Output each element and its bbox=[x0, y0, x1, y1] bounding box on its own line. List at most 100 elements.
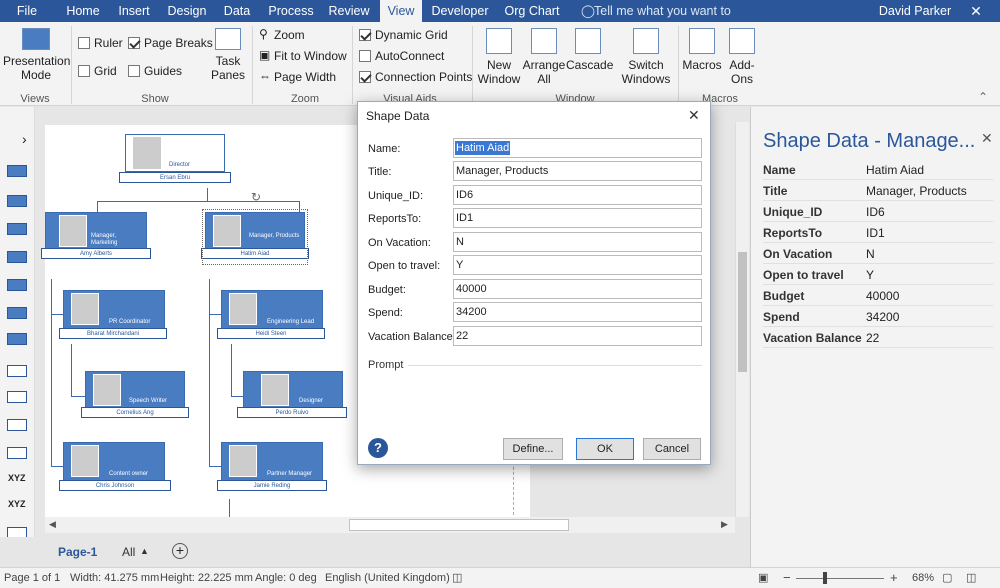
horizontal-scrollbar[interactable]: ◀ ▶ bbox=[45, 517, 735, 533]
scroll-thumb[interactable] bbox=[349, 519, 569, 531]
expand-shapes-icon[interactable]: › bbox=[22, 131, 27, 147]
zoom-in-icon[interactable]: + bbox=[890, 570, 898, 585]
stencil-hierarchy-icon[interactable] bbox=[7, 447, 27, 459]
stencil-list-icon[interactable] bbox=[7, 391, 27, 403]
stencil-shape-icon[interactable] bbox=[7, 165, 27, 177]
close-icon[interactable]: ✕ bbox=[688, 107, 700, 124]
cascade-button[interactable]: Cascade bbox=[566, 28, 613, 72]
zoom-slider[interactable] bbox=[796, 578, 884, 579]
new-window-button[interactable]: New Window bbox=[476, 28, 522, 86]
switch-windows-icon[interactable]: ◫ bbox=[966, 571, 976, 584]
tell-me-box[interactable]: Tell me what you want to do... bbox=[594, 0, 754, 40]
stencil-shape-icon[interactable] bbox=[7, 251, 27, 263]
fit-page-icon[interactable]: ▢ bbox=[942, 571, 952, 584]
org-node[interactable]: PR Coordinator Bharat Mirchandani bbox=[59, 290, 167, 342]
reports-to-field[interactable] bbox=[453, 208, 702, 228]
unique-id-field[interactable] bbox=[453, 185, 702, 205]
tab-data[interactable]: Data bbox=[218, 0, 256, 22]
stencil-xyz-date-icon[interactable]: XYZ bbox=[8, 473, 26, 483]
guides-checkbox[interactable] bbox=[128, 65, 140, 77]
tab-org-chart[interactable]: Org Chart bbox=[500, 0, 564, 22]
fit-to-window-button[interactable]: Fit to Window bbox=[274, 49, 347, 63]
tab-design[interactable]: Design bbox=[163, 0, 211, 22]
vertical-scrollbar[interactable] bbox=[735, 122, 749, 517]
stencil-shape-icon[interactable] bbox=[7, 307, 27, 319]
vacation-balance-field[interactable] bbox=[453, 326, 702, 346]
dynamic-grid-checkbox[interactable] bbox=[359, 29, 371, 41]
panel-row[interactable]: Open to travel Y bbox=[763, 264, 993, 285]
panel-row[interactable]: Spend 34200 bbox=[763, 306, 993, 327]
define-button[interactable]: Define... bbox=[503, 438, 563, 460]
help-icon[interactable]: ? bbox=[368, 438, 388, 458]
org-node[interactable]: Content owner Chris Johnson bbox=[59, 442, 171, 494]
stencil-xyz-corp-icon[interactable]: XYZ bbox=[8, 499, 26, 509]
caret-up-icon[interactable]: ▲ bbox=[140, 546, 149, 556]
panel-row[interactable]: Vacation Balance 22 bbox=[763, 327, 993, 348]
page-status[interactable]: Page 1 of 1 bbox=[4, 572, 60, 584]
org-node[interactable]: Engineering Lead Heidi Steen bbox=[217, 290, 325, 342]
page-width-button[interactable]: Page Width bbox=[274, 70, 336, 84]
title-field[interactable] bbox=[453, 161, 702, 181]
org-node[interactable]: Manager, Marketing Amy Alberts bbox=[41, 212, 151, 262]
rotate-handle-icon[interactable]: ↻ bbox=[251, 190, 261, 204]
tab-page-1[interactable]: Page-1 bbox=[58, 545, 97, 559]
open-to-travel-field[interactable] bbox=[453, 255, 702, 275]
stencil-shape-icon[interactable] bbox=[7, 195, 27, 207]
presentation-mode-icon[interactable]: ▣ bbox=[758, 571, 768, 584]
ruler-checkbox[interactable] bbox=[78, 37, 90, 49]
org-node[interactable]: Designer Perdo Ruivo bbox=[237, 371, 347, 421]
stencil-shape-icon[interactable] bbox=[7, 333, 27, 345]
panel-row[interactable]: Unique_ID ID6 bbox=[763, 201, 993, 222]
cancel-button[interactable]: Cancel bbox=[643, 438, 701, 460]
user-name[interactable]: David Parker bbox=[875, 0, 955, 22]
scroll-left-icon[interactable]: ◀ bbox=[49, 519, 56, 530]
zoom-slider-thumb[interactable] bbox=[823, 572, 827, 584]
ok-button[interactable]: OK bbox=[576, 438, 634, 460]
arrange-all-button[interactable]: Arrange All bbox=[522, 28, 566, 86]
panel-row[interactable]: Title Manager, Products bbox=[763, 180, 993, 201]
add-ons-button[interactable]: Add-Ons bbox=[722, 28, 762, 86]
tab-file[interactable]: File bbox=[8, 0, 46, 22]
tab-view[interactable]: View bbox=[380, 0, 422, 22]
panel-row[interactable]: ReportsTo ID1 bbox=[763, 222, 993, 243]
zoom-out-icon[interactable]: − bbox=[783, 570, 791, 585]
stencil-hierarchy-icon[interactable] bbox=[7, 419, 27, 431]
autoconnect-checkbox[interactable] bbox=[359, 50, 371, 62]
close-icon[interactable]: ✕ bbox=[981, 130, 993, 147]
panel-row[interactable]: Name Hatim Aiad bbox=[763, 159, 993, 180]
scroll-right-icon[interactable]: ▶ bbox=[721, 519, 728, 530]
tab-review[interactable]: Review bbox=[325, 0, 373, 22]
switch-windows-button[interactable]: Switch Windows bbox=[618, 28, 674, 86]
org-node[interactable]: Partner Manager Jamie Reding bbox=[217, 442, 327, 494]
org-node[interactable]: Speech Writer Cornelius Ang bbox=[81, 371, 189, 421]
zoom-button[interactable]: Zoom bbox=[274, 28, 305, 42]
org-node-selected[interactable]: Manager, Products Hatim Aiad ↻ bbox=[201, 190, 309, 265]
task-panes-button[interactable]: Task Panes bbox=[206, 28, 250, 82]
scroll-thumb[interactable] bbox=[738, 252, 747, 372]
language-status[interactable]: English (United Kingdom) bbox=[325, 572, 450, 584]
on-vacation-field[interactable] bbox=[453, 232, 702, 252]
tab-process[interactable]: Process bbox=[263, 0, 319, 22]
stencil-list-icon[interactable] bbox=[7, 365, 27, 377]
stencil-shape-icon[interactable] bbox=[7, 223, 27, 235]
all-pages-button[interactable]: All bbox=[122, 545, 135, 559]
macros-button[interactable]: Macros bbox=[682, 28, 722, 72]
spend-field[interactable] bbox=[453, 302, 702, 322]
tab-insert[interactable]: Insert bbox=[112, 0, 156, 22]
panel-row[interactable]: On Vacation N bbox=[763, 243, 993, 264]
org-node-director[interactable]: Director Ersan Ebru bbox=[119, 134, 231, 188]
panel-row[interactable]: Budget 40000 bbox=[763, 285, 993, 306]
close-icon[interactable]: ✕ bbox=[965, 0, 987, 22]
tab-developer[interactable]: Developer bbox=[428, 0, 492, 22]
page-breaks-checkbox[interactable] bbox=[128, 37, 140, 49]
zoom-level[interactable]: 68% bbox=[912, 572, 934, 584]
stencil-shape-icon[interactable] bbox=[7, 279, 27, 291]
collapse-ribbon-icon[interactable]: ⌃ bbox=[978, 90, 988, 104]
budget-field[interactable] bbox=[453, 279, 702, 299]
tab-home[interactable]: Home bbox=[60, 0, 106, 22]
presentation-mode-button[interactable]: Presentation Mode bbox=[3, 28, 70, 82]
add-page-icon[interactable]: + bbox=[172, 543, 188, 559]
grid-checkbox[interactable] bbox=[78, 65, 90, 77]
connection-points-checkbox[interactable] bbox=[359, 71, 371, 83]
macro-record-icon[interactable]: ◫ bbox=[452, 571, 462, 584]
